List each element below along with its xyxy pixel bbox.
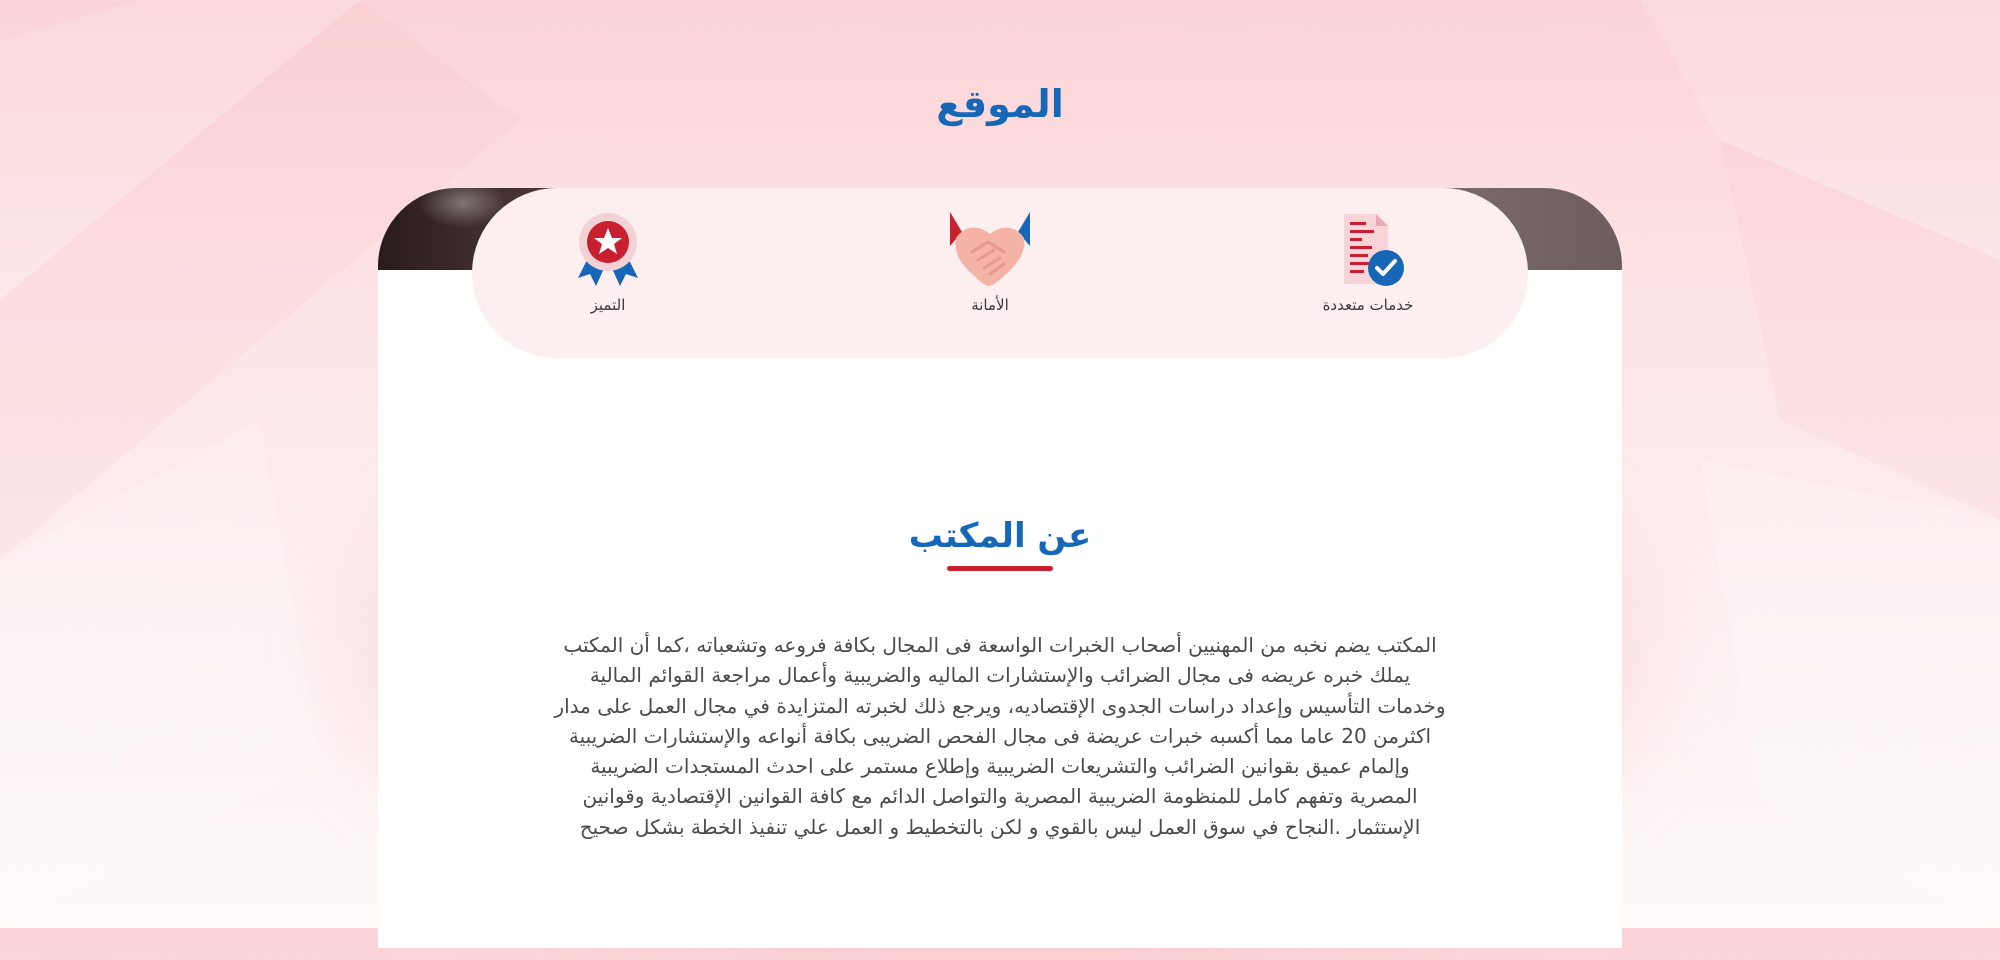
handshake-icon: [950, 212, 1030, 286]
feature-trust: الأمانة: [910, 212, 1070, 314]
award-ribbon-icon: [578, 213, 638, 286]
features-bar: التميز الأمانة خدمات متعددة: [472, 188, 1528, 358]
feature-excellence: التميز: [528, 212, 688, 314]
card-body: [378, 270, 1622, 948]
paragraph-line: وإلمام عميق بقوانين الضرائب والتشريعات ا…: [590, 754, 1410, 779]
paragraph-line: الإستثمار .النجاح في سوق العمل ليس بالقو…: [579, 814, 1421, 839]
paragraph-line: المكتب يضم نخبه من المهنيين أصحاب الخبرا…: [563, 633, 1437, 657]
feature-services: خدمات متعددة: [1288, 212, 1448, 314]
feature-label: خدمات متعددة: [1322, 296, 1414, 314]
about-paragraph: المكتب يضم نخبه من المهنيين أصحاب الخبرا…: [520, 630, 1480, 842]
section-title: عن المكتب: [908, 516, 1092, 556]
paragraph-line: المصرية وتفهم كامل للمنظومة الضريبية الم…: [582, 784, 1418, 809]
feature-label: التميز: [590, 296, 626, 314]
paragraph-line: اكثرمن 20 عاما مما أكسبه خبرات عريضة فى …: [568, 723, 1432, 748]
document-check-icon: [1344, 214, 1404, 286]
paragraph-line: وخدمات التأسيس وإعداد دراسات الجدوى الإق…: [554, 693, 1446, 718]
page-title: الموقع: [936, 82, 1064, 126]
feature-label: الأمانة: [971, 296, 1009, 314]
paragraph-line: يملك خبره عريضه فى مجال الضرائب والإستشا…: [589, 663, 1411, 688]
title-underline: [947, 566, 1053, 571]
